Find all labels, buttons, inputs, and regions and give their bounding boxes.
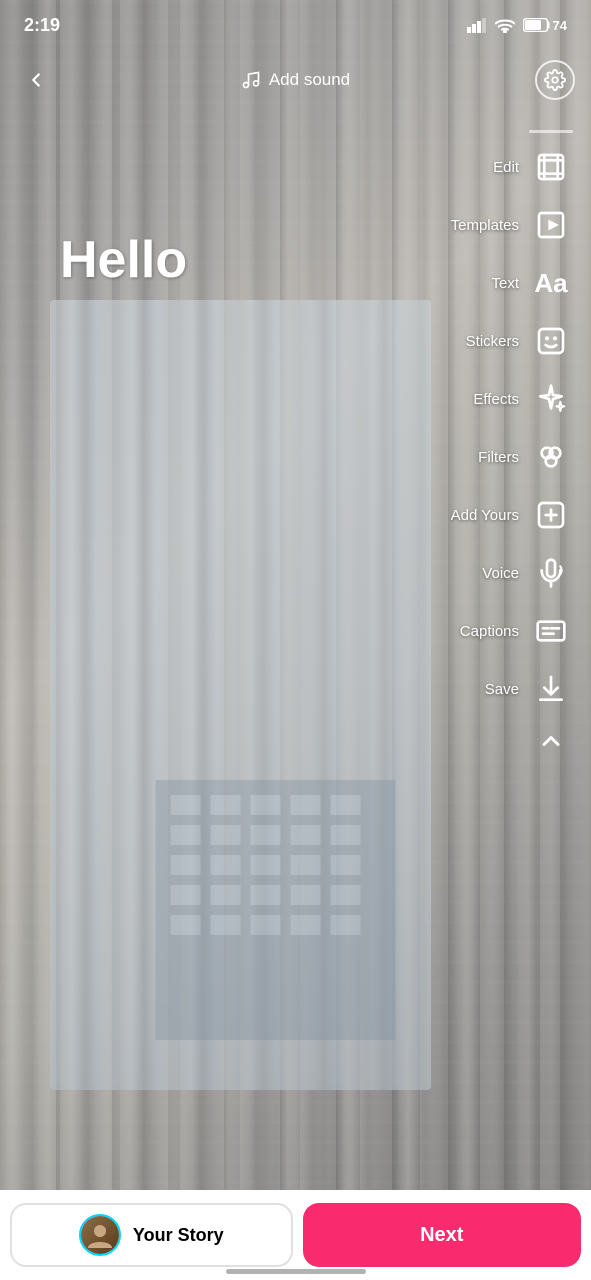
templates-label: Templates bbox=[451, 217, 519, 234]
stickers-label: Stickers bbox=[466, 333, 519, 350]
voice-icon bbox=[529, 551, 573, 595]
next-label: Next bbox=[420, 1224, 463, 1247]
captions-label: Captions bbox=[460, 623, 519, 640]
add-sound-label: Add sound bbox=[269, 70, 350, 90]
templates-icon bbox=[529, 203, 573, 247]
collapse-button[interactable] bbox=[529, 719, 573, 763]
next-button[interactable]: Next bbox=[303, 1203, 582, 1267]
status-icons: 74 bbox=[467, 17, 567, 33]
status-bar: 2:19 74 bbox=[0, 0, 591, 50]
wifi-icon bbox=[495, 17, 515, 33]
avatar-container bbox=[79, 1214, 121, 1256]
settings-button[interactable] bbox=[535, 60, 575, 100]
toolbar-item-templates[interactable]: Templates bbox=[443, 197, 581, 253]
toolbar-item-captions[interactable]: Captions bbox=[452, 603, 581, 659]
save-label: Save bbox=[485, 681, 519, 698]
toolbar-item-add-yours[interactable]: Add Yours bbox=[443, 487, 581, 543]
right-toolbar: Edit Templates Text Aa Stickers bbox=[443, 130, 581, 763]
gear-icon bbox=[544, 69, 566, 91]
captions-icon bbox=[529, 609, 573, 653]
text-icon: Aa bbox=[529, 261, 573, 305]
building-bg bbox=[100, 760, 451, 1040]
toolbar-item-effects[interactable]: Effects bbox=[465, 371, 581, 427]
status-time: 2:19 bbox=[24, 15, 60, 36]
toolbar-item-save[interactable]: Save bbox=[477, 661, 581, 717]
signal-icon bbox=[467, 17, 487, 33]
bottom-bar: Your Story Next bbox=[0, 1190, 591, 1280]
stickers-icon bbox=[529, 319, 573, 363]
toolbar-item-stickers[interactable]: Stickers bbox=[458, 313, 581, 369]
toolbar-item-voice[interactable]: Voice bbox=[474, 545, 581, 601]
music-icon bbox=[241, 70, 261, 90]
avatar bbox=[81, 1216, 119, 1254]
effects-label: Effects bbox=[473, 391, 519, 408]
voice-label: Voice bbox=[482, 565, 519, 582]
top-bar: Add sound bbox=[0, 50, 591, 110]
chevron-up-icon bbox=[537, 727, 565, 755]
effects-icon bbox=[529, 377, 573, 421]
add-sound-button[interactable]: Add sound bbox=[241, 70, 350, 90]
battery-icon: 74 bbox=[523, 18, 567, 33]
home-indicator bbox=[226, 1269, 366, 1274]
filters-label: Filters bbox=[478, 449, 519, 466]
toolbar-item-text[interactable]: Text Aa bbox=[483, 255, 581, 311]
edit-label: Edit bbox=[493, 159, 519, 176]
toolbar-item-filters[interactable]: Filters bbox=[470, 429, 581, 485]
save-icon bbox=[529, 667, 573, 711]
toolbar-divider bbox=[529, 130, 573, 133]
your-story-label: Your Story bbox=[133, 1225, 224, 1246]
hello-overlay-text: Hello bbox=[60, 230, 187, 290]
filters-icon bbox=[529, 435, 573, 479]
toolbar-item-edit[interactable]: Edit bbox=[485, 139, 581, 195]
add-yours-icon bbox=[529, 493, 573, 537]
text-label: Text bbox=[491, 275, 519, 292]
back-button[interactable] bbox=[16, 60, 56, 100]
your-story-button[interactable]: Your Story bbox=[10, 1203, 293, 1267]
add-yours-label: Add Yours bbox=[451, 507, 519, 524]
edit-icon bbox=[529, 145, 573, 189]
